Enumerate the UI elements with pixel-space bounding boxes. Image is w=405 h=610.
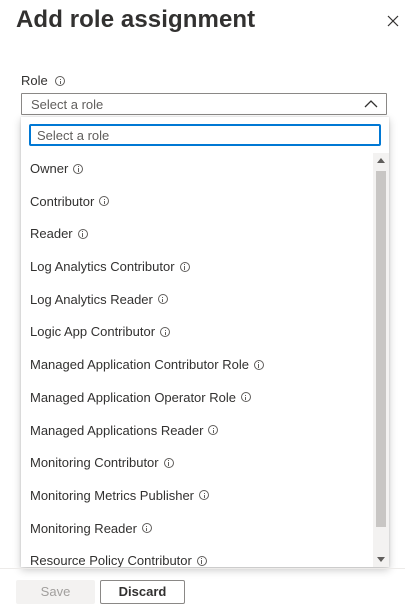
role-option-label: Resource Policy Contributor bbox=[30, 553, 192, 567]
list-item[interactable]: Managed Application Operator Role bbox=[21, 382, 373, 415]
list-item[interactable]: Monitoring Metrics Publisher bbox=[21, 480, 373, 513]
scroll-down-icon[interactable] bbox=[377, 557, 385, 562]
info-icon[interactable] bbox=[160, 327, 171, 337]
list-item[interactable]: Managed Application Contributor Role bbox=[21, 349, 373, 382]
role-search-input[interactable] bbox=[29, 124, 381, 146]
role-option-label: Logic App Contributor bbox=[30, 324, 156, 340]
role-option-label: Contributor bbox=[30, 193, 95, 209]
scroll-up-icon[interactable] bbox=[377, 158, 385, 163]
role-option-label: Owner bbox=[30, 161, 69, 176]
role-select[interactable]: Select a role bbox=[21, 93, 387, 115]
info-icon[interactable] bbox=[240, 392, 251, 403]
list-item[interactable]: Resource Policy Contributor bbox=[21, 545, 373, 567]
info-icon[interactable] bbox=[163, 457, 174, 468]
list-item[interactable]: Log Analytics Contributor bbox=[21, 251, 373, 284]
role-option-label: Monitoring Reader bbox=[30, 520, 137, 536]
role-option-label: Log Analytics Reader bbox=[30, 291, 153, 307]
list-item[interactable]: Contributor bbox=[21, 186, 373, 219]
role-option-label: Log Analytics Contributor bbox=[30, 259, 175, 275]
info-icon[interactable] bbox=[208, 425, 219, 436]
role-dropdown: Owner Contributor Reader Log Analytics C… bbox=[21, 117, 389, 567]
role-list: Owner Contributor Reader Log Analytics C… bbox=[21, 153, 373, 567]
list-item[interactable]: Owner bbox=[21, 153, 373, 186]
role-label: Role bbox=[21, 73, 48, 88]
info-icon[interactable] bbox=[157, 294, 168, 305]
info-icon[interactable] bbox=[141, 523, 152, 534]
role-option-label: Managed Application Operator Role bbox=[30, 389, 236, 405]
role-option-label: Monitoring Metrics Publisher bbox=[30, 487, 195, 503]
scrollbar[interactable] bbox=[373, 153, 389, 567]
list-item[interactable]: Log Analytics Reader bbox=[21, 284, 373, 317]
info-icon[interactable] bbox=[179, 261, 190, 272]
panel-title: Add role assignment bbox=[16, 6, 256, 33]
info-icon[interactable] bbox=[253, 359, 264, 370]
scrollbar-thumb[interactable] bbox=[376, 171, 386, 527]
chevron-up-icon bbox=[364, 100, 378, 108]
info-icon[interactable] bbox=[73, 163, 84, 174]
discard-button[interactable]: Discard bbox=[100, 580, 185, 604]
list-item[interactable]: Managed Applications Reader bbox=[21, 415, 373, 448]
role-option-label: Monitoring Contributor bbox=[30, 455, 159, 471]
role-option-label: Managed Applications Reader bbox=[30, 422, 204, 438]
role-option-label: Managed Application Contributor Role bbox=[30, 357, 249, 373]
list-item[interactable]: Monitoring Reader bbox=[21, 513, 373, 546]
info-icon[interactable] bbox=[55, 76, 65, 86]
info-icon[interactable] bbox=[99, 196, 110, 207]
role-option-label: Reader bbox=[30, 226, 73, 242]
list-item[interactable]: Monitoring Contributor bbox=[21, 447, 373, 480]
info-icon[interactable] bbox=[77, 228, 88, 239]
footer-divider bbox=[0, 568, 405, 569]
list-item[interactable]: Logic App Contributor bbox=[21, 316, 373, 349]
close-icon[interactable] bbox=[384, 12, 402, 30]
info-icon[interactable] bbox=[196, 555, 207, 566]
info-icon[interactable] bbox=[199, 490, 210, 501]
role-select-placeholder: Select a role bbox=[31, 97, 104, 112]
save-button[interactable]: Save bbox=[16, 580, 95, 604]
list-item[interactable]: Reader bbox=[21, 218, 373, 251]
